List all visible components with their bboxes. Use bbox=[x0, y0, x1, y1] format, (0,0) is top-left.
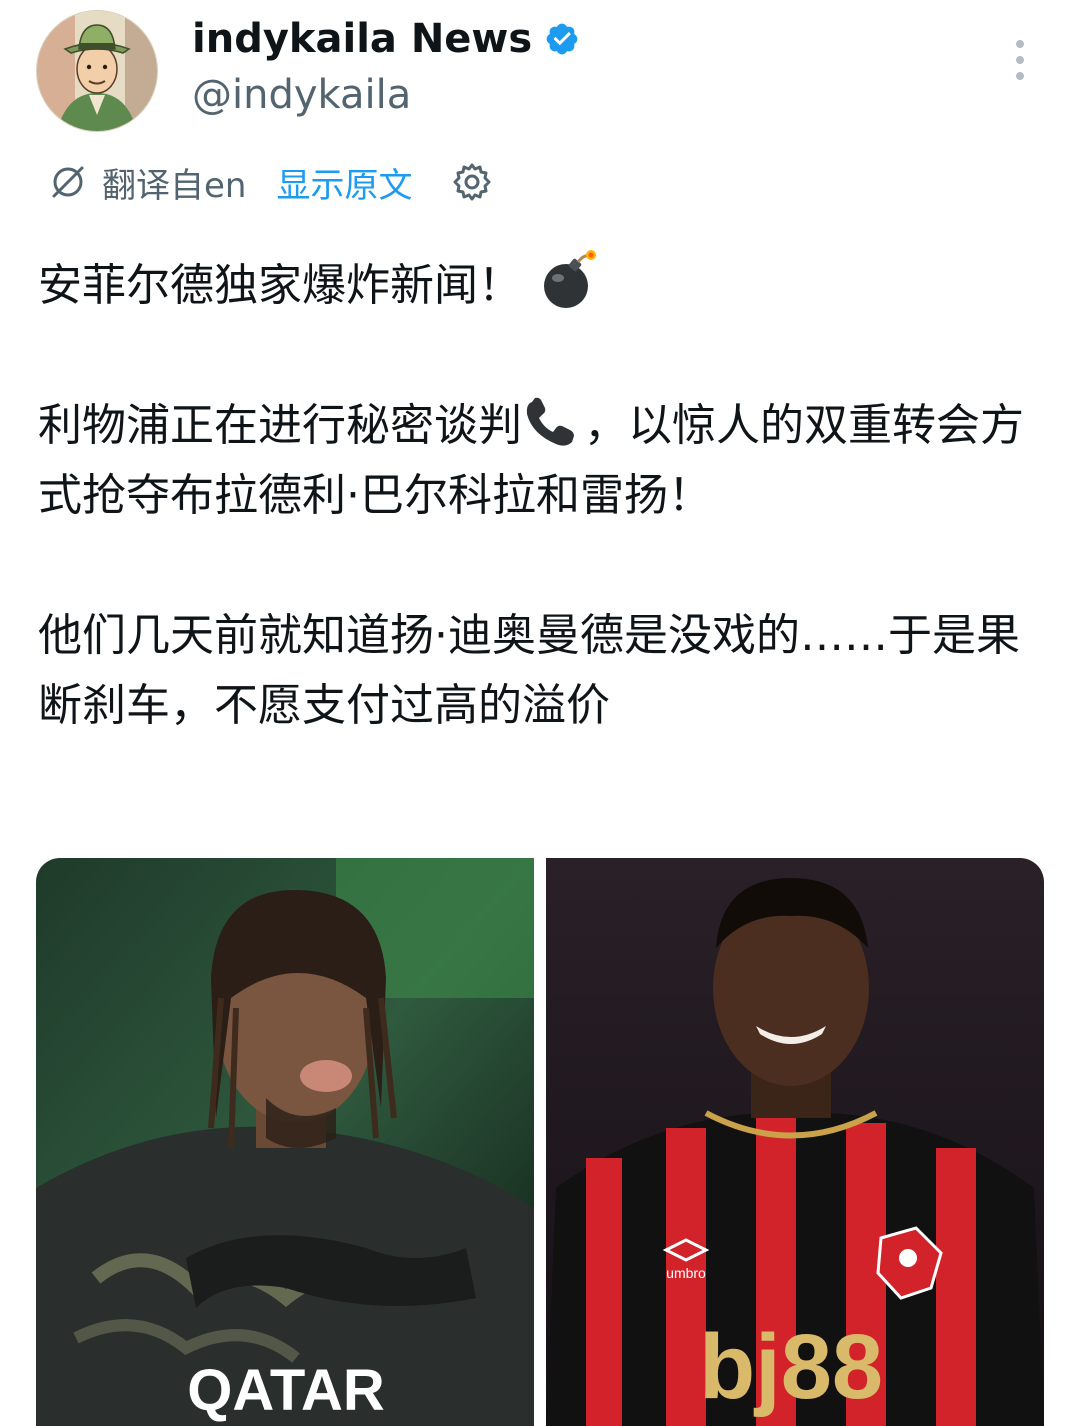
author-handle[interactable]: @indykaila bbox=[192, 72, 411, 118]
tweet-headline: 安菲尔德独家爆炸新闻！ bbox=[38, 248, 1038, 321]
show-original-link[interactable]: 显示原文 bbox=[276, 158, 412, 207]
player-photo-right-image: umbro bj88 bbox=[546, 858, 1044, 1426]
author-display-name[interactable]: indykaila News bbox=[192, 16, 580, 62]
bomb-emoji-icon bbox=[544, 250, 596, 308]
verified-badge-icon bbox=[546, 23, 578, 55]
media-photo-right[interactable]: umbro bj88 bbox=[546, 858, 1044, 1426]
tweet-paragraph-2: 利物浦正在进行秘密谈判 ，以惊人的双重转会方式抢夺布拉德利·巴尔科拉和雷扬！ bbox=[38, 391, 1038, 531]
author-avatar[interactable] bbox=[36, 10, 158, 132]
translated-from-label: 翻译自en bbox=[102, 165, 247, 206]
display-name-text: indykaila News bbox=[192, 16, 533, 62]
right-photo-brand-text: umbro bbox=[666, 1265, 706, 1281]
tweet-text: 安菲尔德独家爆炸新闻！ 利物浦正在进行秘密谈判 ，以惊人的双重转会方式抢夺布拉德… bbox=[38, 248, 1038, 741]
tweet-paragraph-3: 他们几天前就知道扬·迪奥曼德是没戏的……于是果断刹车，不愿支付过高的溢价 bbox=[38, 610, 1020, 731]
cartoon-man-avatar-icon bbox=[37, 11, 157, 131]
translate-icon bbox=[52, 166, 84, 198]
more-options-icon[interactable] bbox=[1004, 36, 1036, 84]
gear-icon[interactable] bbox=[450, 160, 494, 204]
right-photo-sponsor-text: bj88 bbox=[699, 1316, 883, 1418]
headline-text: 安菲尔德独家爆炸新闻！ bbox=[38, 260, 522, 311]
telephone-emoji-icon bbox=[526, 397, 574, 446]
translation-bar: 翻译自en 显示原文 bbox=[48, 158, 494, 206]
player-photo-left-image: QATAR bbox=[36, 858, 534, 1426]
media-photo-left[interactable]: QATAR bbox=[36, 858, 534, 1426]
paragraph-2-text-a: 利物浦正在进行秘密谈判 bbox=[38, 400, 522, 451]
tweet-media[interactable]: QATAR umbro bj88 bbox=[36, 858, 1044, 1426]
left-photo-sponsor-text: QATAR bbox=[187, 1358, 385, 1423]
